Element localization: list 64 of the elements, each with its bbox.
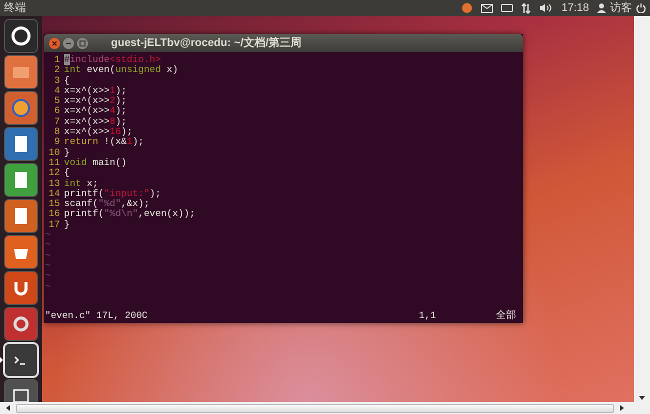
code-line: printf("%d\n",even(x)); xyxy=(64,209,196,220)
code-line: int even(unsigned x) xyxy=(64,65,178,76)
line-number: 3 xyxy=(53,76,61,86)
code-line: #include<stdio.h> xyxy=(64,55,161,65)
line-number: 2 xyxy=(53,65,61,76)
empty-line-marker: ~ xyxy=(44,260,51,272)
launcher-icon[interactable] xyxy=(5,344,37,376)
line-number: 9 xyxy=(53,137,61,148)
empty-line-marker: ~ xyxy=(44,230,51,240)
line-number: 6 xyxy=(53,106,61,117)
scroll-left-icon[interactable] xyxy=(6,405,10,411)
line-number: 5 xyxy=(53,96,61,106)
mail-icon[interactable] xyxy=(481,4,494,12)
power-icon[interactable] xyxy=(636,3,646,13)
empty-line-marker: ~ xyxy=(44,240,51,251)
close-button[interactable] xyxy=(49,38,60,48)
line-number: 15 xyxy=(48,199,61,210)
code-line: x=x^(x>>16); xyxy=(64,127,132,138)
code-line: scanf("%d",&x); xyxy=(64,199,150,210)
code-line: x=x^(x>>2); xyxy=(64,96,127,106)
code-line: x=x^(x>>1); xyxy=(64,86,127,96)
clock[interactable]: 17:18 xyxy=(561,0,589,16)
network-icon[interactable] xyxy=(521,2,532,14)
scroll-right-icon[interactable] xyxy=(620,405,624,411)
code-line: } xyxy=(64,220,70,230)
line-number: 13 xyxy=(48,178,61,189)
scrollbar-thumb[interactable] xyxy=(16,404,614,412)
code-line: } xyxy=(64,148,70,158)
status-message: "even.c" 17L, 200C xyxy=(44,310,148,321)
code-line: void main() xyxy=(64,158,127,168)
line-number: 7 xyxy=(53,116,61,128)
window-title: guest-jELTbv@rocedu: ~/文档/第三周 xyxy=(111,36,302,51)
cursor-position: 1,1 xyxy=(418,310,436,321)
line-number: 1 xyxy=(53,55,61,66)
maximize-icon xyxy=(77,38,88,48)
launcher-icon[interactable] xyxy=(5,20,37,52)
volume-icon[interactable] xyxy=(539,3,554,13)
scroll-position: 全部 xyxy=(496,310,516,321)
user-icon[interactable] xyxy=(597,3,606,13)
code-line: x=x^(x>>4); xyxy=(64,106,127,117)
maximize-button[interactable] xyxy=(77,38,88,48)
line-number: 14 xyxy=(48,188,61,200)
line-number: 12 xyxy=(48,168,61,179)
code-line: { xyxy=(64,76,70,86)
app-title: 终端 xyxy=(4,0,26,16)
scroll-down-icon[interactable] xyxy=(639,396,645,400)
line-number: 17 xyxy=(48,220,61,230)
line-number: 11 xyxy=(48,158,61,168)
code-line: int x; xyxy=(64,178,98,189)
code-line: x=x^(x>>8); xyxy=(64,116,127,127)
minimize-button[interactable] xyxy=(63,38,74,48)
code-line: printf("input:"); xyxy=(64,188,161,199)
line-number: 8 xyxy=(53,127,61,138)
code-line: { xyxy=(64,168,70,179)
line-number: 4 xyxy=(53,86,61,96)
line-number: 16 xyxy=(48,209,61,220)
horizontal-scrollbar[interactable] xyxy=(0,402,650,414)
line-number: 10 xyxy=(48,148,61,158)
empty-line-marker: ~ xyxy=(44,271,51,282)
empty-line-marker: ~ xyxy=(44,250,51,261)
user-name[interactable]: 访客 xyxy=(610,0,632,16)
vertical-scrollbar[interactable] xyxy=(634,16,650,402)
empty-line-marker: ~ xyxy=(44,282,51,292)
code-line: return !(x&1); xyxy=(64,137,144,148)
